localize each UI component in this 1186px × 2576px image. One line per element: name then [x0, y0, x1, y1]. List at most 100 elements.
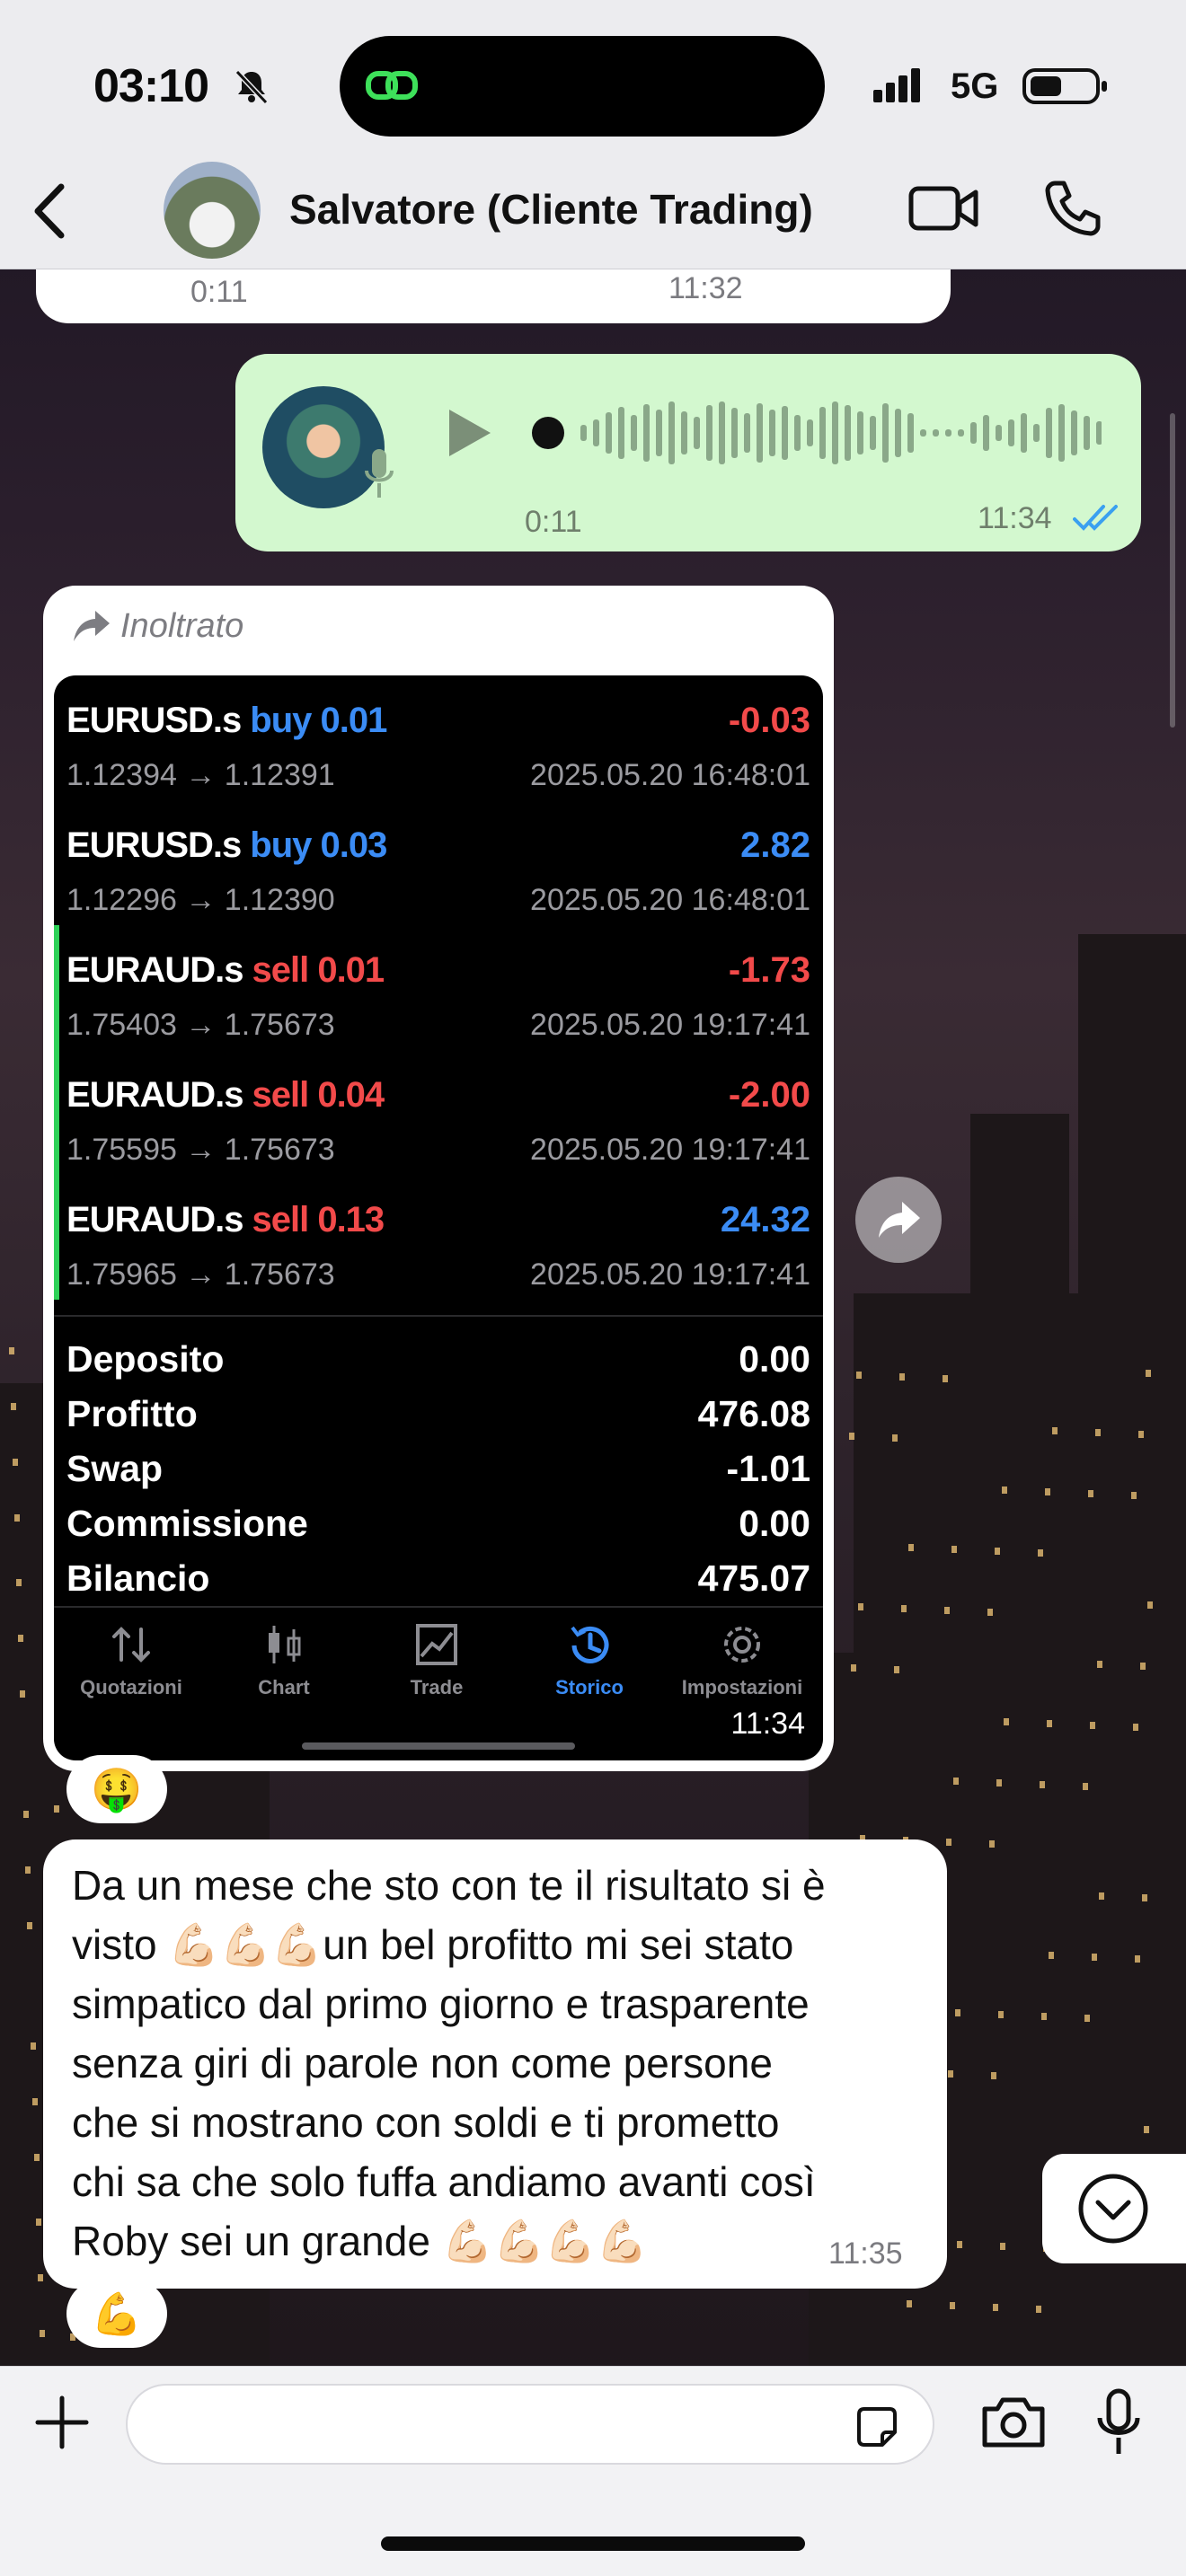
- message-input[interactable]: [126, 2384, 934, 2465]
- trade-date: 2025.05.20 16:48:01: [530, 758, 810, 792]
- building-window: [1052, 1427, 1058, 1434]
- trade-profit: -1.73: [728, 950, 810, 990]
- trade-side: sell 0.01: [252, 950, 385, 990]
- summary-label: Bilancio: [66, 1557, 210, 1599]
- scrollbar[interactable]: [1170, 413, 1175, 728]
- contact-name[interactable]: Salvatore (Cliente Trading): [289, 185, 813, 234]
- summary-row: Deposito 0.00: [66, 1331, 810, 1385]
- building-window: [1133, 1724, 1138, 1731]
- tab-label: Quotazioni: [80, 1676, 182, 1698]
- building-window: [18, 1635, 23, 1642]
- trade-date: 2025.05.20 19:17:41: [530, 1008, 810, 1042]
- message-text: Da un mese che sto con te il risultato s…: [72, 1856, 916, 2271]
- building-window: [34, 2154, 40, 2161]
- back-chevron-icon[interactable]: [27, 180, 72, 243]
- trade-row[interactable]: EURAUD.s sell 0.01 -1.73 1.75403 → 1.75673 2…: [54, 925, 823, 1050]
- building-window: [950, 2302, 955, 2309]
- trade-row[interactable]: EURUSD.s buy 0.01 -0.03 1.12394 → 1.12391 20…: [54, 675, 823, 800]
- summary-row: Commissione 0.00: [66, 1495, 810, 1549]
- building-window: [36, 2219, 41, 2226]
- voice-time: 11:34: [978, 501, 1052, 535]
- building-window: [1095, 1429, 1101, 1436]
- trade-side: sell 0.13: [252, 1200, 385, 1239]
- building-window: [1045, 1488, 1050, 1495]
- trade-date: 2025.05.20 19:17:41: [530, 1257, 810, 1292]
- building-window: [951, 1546, 957, 1553]
- message-line: simpatico dal primo giorno e trasparente: [72, 1981, 810, 2027]
- phone-call-icon[interactable]: [1042, 178, 1102, 237]
- chevron-down-circle-icon: [1078, 2174, 1148, 2244]
- battery-icon: [1022, 68, 1107, 104]
- trade-row[interactable]: EURAUD.s sell 0.13 24.32 1.75965 → 1.75673 2…: [54, 1175, 823, 1300]
- microphone-icon[interactable]: [1096, 2387, 1141, 2459]
- tab-label: Chart: [258, 1676, 310, 1698]
- share-button[interactable]: [855, 1177, 942, 1263]
- tab-storico[interactable]: Storico: [512, 1620, 667, 1710]
- symbol-text: EURAUD.s: [66, 1075, 243, 1115]
- trading-screenshot[interactable]: EURUSD.s buy 0.01 -0.03 1.12394 → 1.12391 20…: [54, 675, 823, 1760]
- building-window: [1138, 1431, 1144, 1438]
- scroll-to-bottom-button[interactable]: [1042, 2154, 1186, 2263]
- tab-quotazioni[interactable]: Quotazioni: [54, 1620, 208, 1710]
- trade-row[interactable]: EURAUD.s sell 0.04 -2.00 1.75595 → 1.75673 2…: [54, 1050, 823, 1175]
- building-window: [856, 1372, 862, 1379]
- building-window: [899, 1373, 905, 1381]
- forwarded-message-time: 11:34: [730, 1707, 805, 1741]
- position-bar: [54, 1175, 59, 1300]
- summary-label: Deposito: [66, 1338, 225, 1380]
- building-window: [998, 2011, 1004, 2018]
- tab-chart[interactable]: Chart: [207, 1620, 361, 1710]
- building-window: [943, 1375, 948, 1382]
- trade-prices: 1.75595 → 1.75673: [66, 1133, 335, 1167]
- message-line: senza giri di parole non come persone: [72, 2040, 773, 2086]
- video-call-icon[interactable]: [907, 180, 979, 237]
- building-window: [858, 1603, 863, 1610]
- building-window: [1131, 1492, 1137, 1499]
- plus-icon[interactable]: [34, 2395, 90, 2450]
- previous-voice-duration: 0:11: [190, 275, 248, 309]
- building-window: [851, 1664, 856, 1672]
- building-window: [16, 1579, 22, 1586]
- tab-label: Trade: [410, 1676, 464, 1698]
- trade-symbol: EURAUD.s sell 0.13: [66, 1200, 385, 1240]
- message-line: che si mostrano con soldi e ti prometto: [72, 2099, 780, 2146]
- trade-symbol: EURAUD.s sell 0.01: [66, 950, 385, 991]
- summary-value: 0.00: [739, 1503, 810, 1544]
- reaction-badge[interactable]: 💪: [66, 2280, 167, 2348]
- building-window: [946, 1839, 951, 1846]
- symbol-text: EURUSD.s: [66, 825, 242, 865]
- trade-side: sell 0.04: [252, 1075, 385, 1115]
- previous-message-bubble[interactable]: [36, 269, 951, 323]
- read-ticks-icon: [1073, 505, 1118, 531]
- voice-waveform[interactable]: [527, 395, 1102, 471]
- sticker-icon[interactable]: [852, 2402, 902, 2452]
- trade-date: 2025.05.20 19:17:41: [530, 1133, 810, 1167]
- summary-label: Swap: [66, 1448, 164, 1489]
- trend-chart-icon: [416, 1624, 457, 1665]
- building-window: [25, 1866, 31, 1874]
- reaction-badge[interactable]: 🤑: [66, 1755, 167, 1823]
- building-window: [1002, 1486, 1007, 1494]
- building-window: [40, 2330, 45, 2337]
- building-window: [23, 1811, 29, 1818]
- building-window: [1047, 1720, 1052, 1727]
- building-window: [991, 2072, 996, 2079]
- trade-row[interactable]: EURUSD.s buy 0.03 2.82 1.12296 → 1.12390 202…: [54, 800, 823, 925]
- tab-impostazioni[interactable]: Impostazioni: [665, 1620, 819, 1710]
- camera-icon[interactable]: [979, 2393, 1048, 2450]
- position-bar: [54, 1050, 59, 1175]
- tab-trade[interactable]: Trade: [359, 1620, 514, 1710]
- play-icon[interactable]: [444, 406, 494, 460]
- building-window: [31, 2042, 36, 2050]
- summary-value: 475.07: [697, 1557, 810, 1599]
- summary-label: Profitto: [66, 1393, 198, 1434]
- trade-side: buy 0.01: [250, 701, 387, 740]
- gear-icon: [724, 1627, 760, 1663]
- contact-avatar[interactable]: [164, 162, 261, 259]
- link-chain-icon: [366, 71, 418, 100]
- building-window: [14, 1514, 20, 1522]
- trade-profit: -2.00: [728, 1075, 810, 1115]
- building-window: [1092, 1954, 1097, 1961]
- building-window: [908, 1544, 914, 1551]
- forward-arrow-icon: [74, 611, 110, 641]
